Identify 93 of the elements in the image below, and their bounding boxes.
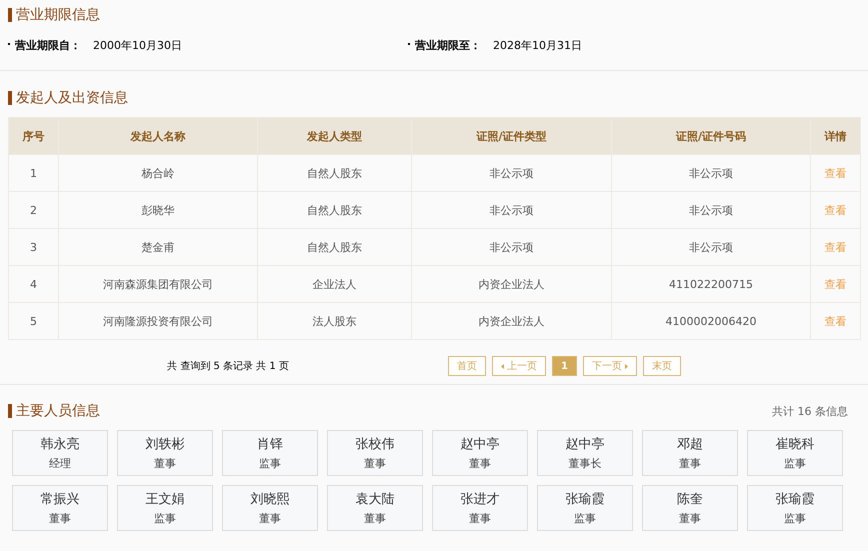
person-name: 常振兴 — [40, 491, 80, 508]
table-cell: 内资企业法人 — [412, 302, 612, 340]
person-role: 监事 — [574, 511, 596, 526]
column-header: 详情 — [810, 118, 860, 154]
column-header: 证照/证件类型 — [412, 118, 612, 154]
person-role: 董事 — [469, 511, 491, 526]
caret-left-icon — [501, 364, 504, 368]
table-cell: 内资企业法人 — [412, 266, 612, 302]
table-cell: 彭晓华 — [58, 192, 258, 228]
table-cell: 非公示项 — [612, 192, 810, 228]
section-marker — [8, 8, 12, 22]
table-cell: 自然人股东 — [258, 192, 412, 228]
person-card[interactable]: 张瑜霞 监事 — [537, 485, 633, 531]
table-cell: 4 — [8, 266, 58, 302]
person-card[interactable]: 赵中亭 董事长 — [537, 430, 633, 476]
field-value: 2000年10月30日 — [93, 38, 182, 53]
person-role: 董事 — [364, 511, 386, 526]
field-label: 营业期限自： — [15, 38, 81, 53]
table-cell: 企业法人 — [258, 266, 412, 302]
column-header: 发起人名称 — [58, 118, 258, 154]
section-marker — [8, 404, 12, 418]
record-count: 共计 16 条信息 — [772, 404, 848, 418]
record-summary: 共 查询到 5 条记录 共 1 页 — [166, 360, 290, 373]
person-card[interactable]: 邓超 董事 — [642, 430, 738, 476]
table-cell: 非公示项 — [612, 228, 810, 266]
person-card[interactable]: 张进才 董事 — [432, 485, 528, 531]
person-name: 肖铎 — [257, 436, 283, 453]
person-card[interactable]: 韩永亮 经理 — [12, 430, 108, 476]
table-cell: 5 — [8, 302, 58, 340]
column-header: 序号 — [8, 118, 58, 154]
person-role: 董事 — [364, 456, 386, 471]
person-name: 刘轶彬 — [146, 436, 184, 453]
person-name: 韩永亮 — [40, 436, 80, 453]
person-name: 陈奎 — [677, 491, 703, 508]
person-role: 监事 — [784, 456, 806, 471]
person-name: 赵中亭 — [566, 436, 604, 453]
person-role: 董事 — [469, 456, 491, 471]
person-role: 董事 — [679, 511, 701, 526]
section-title: 主要人员信息 — [16, 402, 100, 420]
person-name: 袁大陆 — [356, 491, 394, 508]
person-name: 崔晓科 — [776, 436, 814, 453]
section-title: 发起人及出资信息 — [16, 89, 128, 107]
table-cell: 411022200715 — [612, 266, 810, 302]
table-cell: 河南森源集团有限公司 — [58, 266, 258, 302]
person-card[interactable]: 王文娟 监事 — [117, 485, 213, 531]
person-role: 监事 — [259, 456, 281, 471]
table-cell: 杨合岭 — [58, 154, 258, 192]
person-card[interactable]: 张校伟 董事 — [327, 430, 423, 476]
person-role: 监事 — [784, 511, 806, 526]
table-cell: 非公示项 — [612, 154, 810, 192]
person-role: 经理 — [49, 456, 71, 471]
person-name: 张瑜霞 — [566, 491, 604, 508]
table-cell: 非公示项 — [412, 154, 612, 192]
field-value: 2028年10月31日 — [493, 38, 582, 53]
person-name: 张校伟 — [356, 436, 394, 453]
table-cell: 自然人股东 — [258, 154, 412, 192]
person-role: 监事 — [154, 511, 176, 526]
person-card[interactable]: 肖铎 监事 — [222, 430, 318, 476]
person-name: 张瑜霞 — [776, 491, 814, 508]
person-role: 董事 — [49, 511, 71, 526]
person-name: 赵中亭 — [460, 436, 500, 453]
person-card[interactable]: 刘晓熙 董事 — [222, 485, 318, 531]
person-card[interactable]: 常振兴 董事 — [12, 485, 108, 531]
table-cell: 非公示项 — [412, 228, 612, 266]
table-cell: 楚金甫 — [58, 228, 258, 266]
person-name: 张进才 — [460, 491, 500, 508]
person-name: 邓超 — [677, 436, 703, 453]
person-card[interactable]: 袁大陆 董事 — [327, 485, 423, 531]
table-cell: 河南隆源投资有限公司 — [58, 302, 258, 340]
person-card[interactable]: 张瑜霞 监事 — [747, 485, 843, 531]
table-cell: 3 — [8, 228, 58, 266]
table-cell: 4100002006420 — [612, 302, 810, 340]
person-role: 董事 — [154, 456, 176, 471]
person-card[interactable]: 赵中亭 董事 — [432, 430, 528, 476]
table-cell: 法人股东 — [258, 302, 412, 340]
person-card[interactable]: 陈奎 董事 — [642, 485, 738, 531]
person-name: 刘晓熙 — [250, 491, 290, 508]
caret-right-icon — [624, 364, 628, 368]
field-label: 营业期限至： — [415, 38, 481, 53]
table-cell: 2 — [8, 192, 58, 228]
table-cell: 1 — [8, 154, 58, 192]
column-header: 证照/证件号码 — [612, 118, 810, 154]
section-marker — [8, 91, 12, 105]
person-role: 董事 — [679, 456, 701, 471]
column-header: 发起人类型 — [258, 118, 412, 154]
person-card[interactable]: 崔晓科 监事 — [747, 430, 843, 476]
table-cell: 自然人股东 — [258, 228, 412, 266]
person-card[interactable]: 刘轶彬 董事 — [117, 430, 213, 476]
table-cell: 非公示项 — [412, 192, 612, 228]
person-role: 董事长 — [568, 456, 602, 471]
section-title: 营业期限信息 — [16, 6, 100, 24]
person-role: 董事 — [259, 511, 281, 526]
person-name: 王文娟 — [146, 491, 184, 508]
